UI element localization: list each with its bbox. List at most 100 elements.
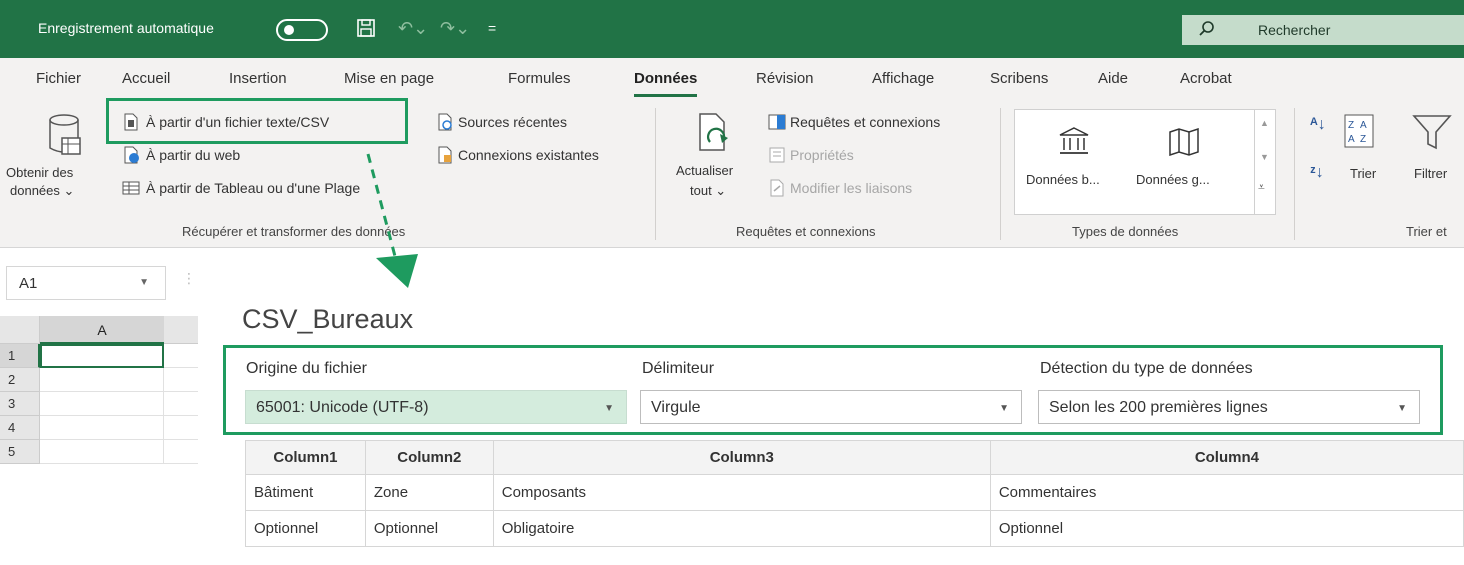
filter-icon	[1412, 115, 1452, 150]
column-header-b[interactable]	[164, 316, 198, 344]
title-bar: Enregistrement automatique ↶⌄ ↷⌄ = Reche…	[0, 0, 1464, 58]
svg-text:Z: Z	[1348, 120, 1354, 131]
tab-affichage[interactable]: Affichage	[872, 70, 934, 87]
chevron-down-icon[interactable]: ▼	[139, 277, 149, 288]
from-table-button[interactable]: À partir de Tableau ou d'une Plage	[146, 180, 360, 196]
geography-data-type-button[interactable]: Données g...	[1136, 172, 1210, 187]
chevron-down-icon: ▼	[999, 403, 1009, 414]
search-box[interactable]: Rechercher	[1182, 15, 1464, 45]
chevron-down-icon: ▼	[604, 403, 614, 414]
delimiter-select[interactable]: Virgule ▼	[640, 390, 1022, 424]
group-label-sort: Trier et	[1406, 224, 1447, 239]
group-separator	[1294, 108, 1295, 240]
file-origin-label: Origine du fichier	[246, 360, 367, 377]
refresh-all-icon	[699, 113, 728, 151]
gallery-scrollbar[interactable]: ▲ ▼ ⩡	[1254, 110, 1275, 214]
get-data-label-1: Obtenir des	[6, 165, 74, 180]
tab-mise-en-page[interactable]: Mise en page	[344, 70, 434, 87]
group-separator	[655, 108, 656, 240]
table-cell: Optionnel	[364, 510, 494, 547]
tab-donnees[interactable]: Données	[634, 70, 698, 97]
undo-icon[interactable]: ↶⌄	[398, 14, 428, 42]
tab-revision[interactable]: Révision	[756, 70, 814, 87]
save-icon[interactable]	[356, 14, 376, 46]
cell-a2[interactable]	[40, 368, 164, 392]
refresh-label-2: tout ⌄	[690, 183, 727, 198]
cell-b5[interactable]	[164, 440, 198, 464]
file-origin-select[interactable]: 65001: Unicode (UTF-8) ▼	[245, 390, 627, 424]
from-web-button[interactable]: À partir du web	[146, 147, 240, 163]
sort-ascending-icon[interactable]: ᴬ↓	[1310, 116, 1326, 134]
column-header: Column1	[245, 440, 366, 475]
row-header-4[interactable]: 4	[0, 416, 40, 440]
autosave-toggle[interactable]	[276, 19, 328, 41]
table-row: Bâtiment Zone Composants Commentaires	[245, 474, 1464, 511]
sort-button[interactable]: Trier	[1350, 166, 1376, 181]
gallery-expand-icon[interactable]: ⩡	[1258, 180, 1265, 195]
properties-icon	[769, 147, 785, 163]
table-cell: Optionnel	[989, 510, 1464, 547]
row-header-3[interactable]: 3	[0, 392, 40, 416]
queries-connections-button[interactable]: Requêtes et connexions	[790, 114, 940, 130]
row-header-5[interactable]: 5	[0, 440, 40, 464]
row-header-2[interactable]: 2	[0, 368, 40, 392]
edit-links-icon	[770, 179, 784, 197]
edit-links-button[interactable]: Modifier les liaisons	[790, 180, 912, 196]
queries-connections-icon	[768, 114, 786, 130]
cell-a1[interactable]	[40, 344, 164, 368]
table-row: Optionnel Optionnel Obligatoire Optionne…	[245, 510, 1464, 547]
name-box-value: A1	[19, 275, 38, 292]
svg-text:Z: Z	[1360, 134, 1366, 145]
detection-select[interactable]: Selon les 200 premières lignes ▼	[1038, 390, 1420, 424]
group-separator	[1000, 108, 1001, 240]
data-types-gallery	[1014, 109, 1276, 215]
delimiter-value: Virgule	[651, 399, 701, 416]
tab-accueil[interactable]: Accueil	[122, 70, 170, 87]
refresh-label-1: Actualiser	[676, 163, 734, 178]
recent-sources-icon	[438, 113, 452, 131]
detection-label: Détection du type de données	[1040, 360, 1253, 377]
preview-table: Column1 Column2 Column3 Column4 Bâtiment…	[245, 440, 1464, 547]
cell-a3[interactable]	[40, 392, 164, 416]
tab-acrobat[interactable]: Acrobat	[1180, 70, 1232, 87]
search-icon	[1199, 21, 1214, 36]
cell-b4[interactable]	[164, 416, 198, 440]
cell-b2[interactable]	[164, 368, 198, 392]
name-box[interactable]: A1 ▼	[6, 266, 166, 300]
scroll-down-icon[interactable]: ▼	[1260, 152, 1269, 162]
cell-a4[interactable]	[40, 416, 164, 440]
get-data-label-2: données ⌄	[10, 183, 75, 198]
sort-descending-icon[interactable]: ᶻ↓	[1310, 164, 1324, 182]
tab-scribens[interactable]: Scribens	[990, 70, 1048, 87]
properties-button[interactable]: Propriétés	[790, 147, 854, 163]
select-all-corner[interactable]	[0, 316, 40, 344]
filter-button[interactable]: Filtrer	[1414, 166, 1447, 181]
worksheet-grid: A 1 2 3 4 5	[0, 316, 198, 496]
row-header-1[interactable]: 1	[0, 344, 40, 368]
table-cell: Zone	[364, 474, 494, 511]
tab-insertion[interactable]: Insertion	[229, 70, 287, 87]
recent-sources-button[interactable]: Sources récentes	[458, 114, 567, 130]
table-cell: Composants	[492, 474, 991, 511]
formula-bar-grip-icon: ⋮	[182, 270, 196, 286]
column-header-a[interactable]: A	[40, 316, 164, 344]
stocks-data-type-button[interactable]: Données b...	[1026, 172, 1100, 187]
cell-b1[interactable]	[164, 344, 198, 368]
table-cell: Commentaires	[989, 474, 1464, 511]
scroll-up-icon[interactable]: ▲	[1260, 118, 1269, 128]
tab-formules[interactable]: Formules	[508, 70, 571, 87]
cell-a5[interactable]	[40, 440, 164, 464]
import-dialog-title: CSV_Bureaux	[242, 304, 414, 334]
customize-toolbar-icon[interactable]: =	[488, 14, 496, 42]
search-label: Rechercher	[1258, 22, 1331, 38]
tab-aide[interactable]: Aide	[1098, 70, 1128, 87]
tab-fichier[interactable]: Fichier	[36, 70, 81, 87]
annotation-arrow	[366, 153, 418, 288]
redo-icon[interactable]: ↷⌄	[440, 14, 470, 42]
sort-dialog-icon: Z A A Z	[1344, 114, 1374, 148]
existing-connections-button[interactable]: Connexions existantes	[458, 147, 599, 163]
column-header: Column3	[492, 440, 991, 475]
cell-b3[interactable]	[164, 392, 198, 416]
column-header: Column4	[989, 440, 1464, 475]
table-icon	[122, 181, 140, 195]
